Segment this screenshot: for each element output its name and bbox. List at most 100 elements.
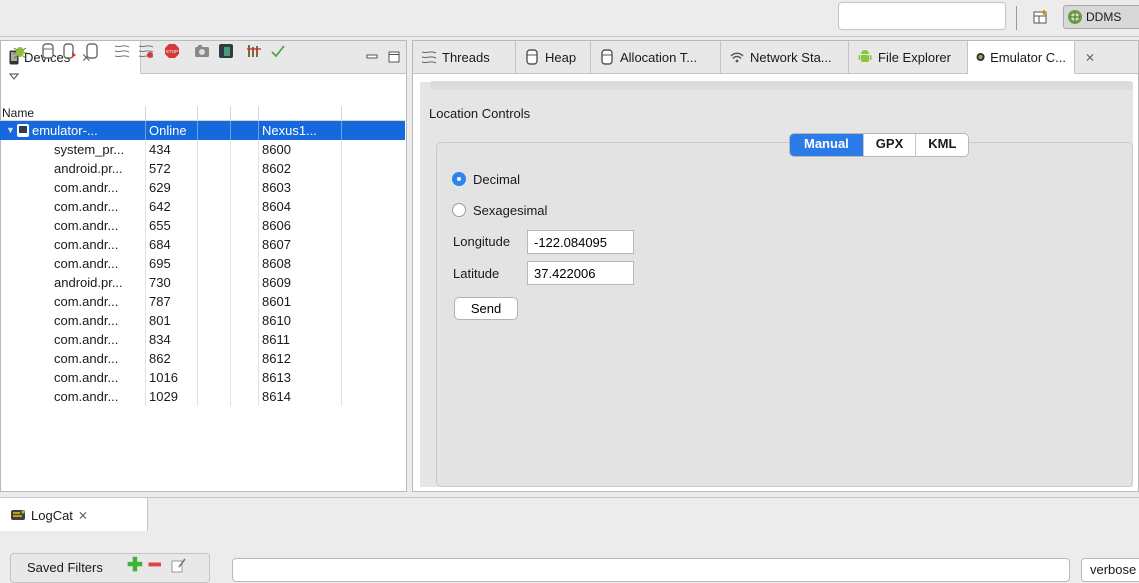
process-row[interactable]: com.andr... 629 8603	[0, 178, 405, 197]
process-row[interactable]: com.andr... 695 8608	[0, 254, 405, 273]
latitude-label: Latitude	[453, 266, 500, 281]
row-name-cell: com.andr...	[0, 292, 146, 311]
cell-text: com.andr...	[54, 294, 119, 309]
cell-text: 8612	[262, 351, 291, 366]
send-button[interactable]: Send	[454, 297, 518, 320]
row-name-cell: com.andr...	[0, 197, 146, 216]
column-header-3[interactable]	[198, 106, 231, 121]
cell-text: android.pr...	[54, 161, 123, 176]
cell-text: 8604	[262, 199, 291, 214]
cell-text: 8607	[262, 237, 291, 252]
row-cell-5: 8601	[259, 292, 342, 311]
row-cell-4	[231, 140, 259, 159]
location-controls-title: Location Controls	[429, 106, 531, 121]
cell-text: 655	[149, 218, 171, 233]
column-header-5[interactable]	[259, 106, 342, 121]
row-cell-4	[231, 254, 259, 273]
debug-bug-icon[interactable]	[12, 43, 28, 59]
row-cell-4	[231, 311, 259, 330]
sexagesimal-radio[interactable]	[452, 203, 466, 217]
row-cell-3	[198, 273, 231, 292]
right-tabstrip: Threads Heap Allocation T... Network Sta...…	[413, 41, 1138, 74]
add-filter-icon[interactable]: ✚	[127, 554, 143, 577]
process-row[interactable]: com.andr... 684 8607	[0, 235, 405, 254]
process-row[interactable]: com.andr... 1016 8613	[0, 368, 405, 387]
open-perspective-icon[interactable]	[1033, 9, 1049, 25]
process-row[interactable]: com.andr... 787 8601	[0, 292, 405, 311]
segment-gpx[interactable]: GPX	[862, 134, 915, 156]
update-heap-icon[interactable]	[40, 43, 56, 59]
dump-hprof-icon[interactable]	[62, 43, 78, 59]
row-cell-6	[342, 235, 405, 254]
process-row[interactable]: com.andr... 655 8606	[0, 216, 405, 235]
ddms-perspective-button[interactable]: DDMS	[1063, 5, 1139, 29]
logcat-search-input[interactable]	[232, 558, 1070, 582]
longitude-input[interactable]	[527, 230, 634, 254]
tab-logcat[interactable]: LogCat ⨯	[0, 498, 148, 532]
remove-filter-icon[interactable]: ━	[149, 554, 160, 577]
tab-allocation[interactable]: Allocation T...	[591, 41, 721, 73]
cause-gc-icon[interactable]	[84, 43, 100, 59]
expand-icon[interactable]: ▼	[6, 121, 15, 140]
device-row[interactable]: ▼ emulator-... Online Nexus1...	[0, 121, 405, 140]
process-row[interactable]: com.andr... 862 8612	[0, 349, 405, 368]
process-row[interactable]: com.andr... 801 8610	[0, 311, 405, 330]
close-icon[interactable]: ⨯	[1075, 41, 1095, 73]
tab-heap[interactable]: Heap	[516, 41, 591, 73]
process-row[interactable]: com.andr... 834 8611	[0, 330, 405, 349]
emulator-device-icon	[17, 124, 29, 137]
process-row[interactable]: com.andr... 1029 8614	[0, 387, 405, 406]
update-threads-icon[interactable]	[114, 43, 130, 59]
tab-android[interactable]: File Explorer	[849, 41, 968, 73]
sexagesimal-label: Sexagesimal	[473, 203, 548, 218]
logcat-close-icon[interactable]: ⨯	[78, 508, 88, 522]
segment-manual[interactable]: Manual	[790, 134, 863, 156]
tab-logcat-label: LogCat	[31, 507, 73, 523]
process-row[interactable]: com.andr... 642 8604	[0, 197, 405, 216]
log-level-select[interactable]: verbose	[1081, 558, 1139, 582]
column-header-2[interactable]	[146, 106, 198, 121]
opengl-trace-icon[interactable]	[246, 43, 262, 59]
tab-threads[interactable]: Threads	[413, 41, 516, 73]
quick-access-input[interactable]	[838, 2, 1006, 30]
row-name-cell: com.andr...	[0, 368, 146, 387]
latitude-input[interactable]	[527, 261, 634, 285]
tab-network[interactable]: Network Sta...	[721, 41, 849, 73]
segment-kml[interactable]: KML	[915, 134, 968, 156]
ddms-label: DDMS	[1086, 10, 1122, 24]
row-cell-6	[342, 121, 405, 140]
row-cell-6	[342, 178, 405, 197]
column-header-4[interactable]	[231, 106, 259, 121]
row-cell-5: 8602	[259, 159, 342, 178]
row-cell-3	[198, 159, 231, 178]
cell-text: 8614	[262, 389, 291, 404]
cell-text: 684	[149, 237, 171, 252]
row-cell-3	[198, 330, 231, 349]
row-cell-3	[198, 235, 231, 254]
decimal-radio[interactable]	[452, 172, 466, 186]
row-name-cell: com.andr...	[0, 387, 146, 406]
row-cell-3	[198, 368, 231, 387]
cell-text: com.andr...	[54, 389, 119, 404]
stop-process-icon[interactable]: STOP	[164, 43, 180, 59]
hierarchy-view-icon[interactable]	[270, 43, 286, 59]
process-row[interactable]: system_pr... 434 8600	[0, 140, 405, 159]
view-menu-icon[interactable]	[8, 70, 20, 82]
cell-text: com.andr...	[54, 256, 119, 271]
column-header-name[interactable]: Name	[0, 106, 146, 121]
process-row[interactable]: android.pr... 730 8609	[0, 273, 405, 292]
tab-label: Heap	[545, 49, 577, 65]
row-cell-5: Nexus1...	[259, 121, 342, 140]
cell-text: com.andr...	[54, 351, 119, 366]
screen-capture-icon[interactable]	[194, 43, 210, 59]
row-cell-2: 642	[146, 197, 198, 216]
column-header-6[interactable]	[342, 106, 405, 121]
cell-text: 801	[149, 313, 171, 328]
tab-emulator[interactable]: Emulator C...	[968, 41, 1075, 74]
process-row[interactable]: android.pr... 572 8602	[0, 159, 405, 178]
edit-filter-icon[interactable]	[171, 557, 187, 573]
start-profiling-icon[interactable]	[138, 43, 154, 59]
systrace-icon[interactable]	[218, 43, 234, 59]
cell-text: com.andr...	[54, 218, 119, 233]
cell-text: com.andr...	[54, 199, 119, 214]
